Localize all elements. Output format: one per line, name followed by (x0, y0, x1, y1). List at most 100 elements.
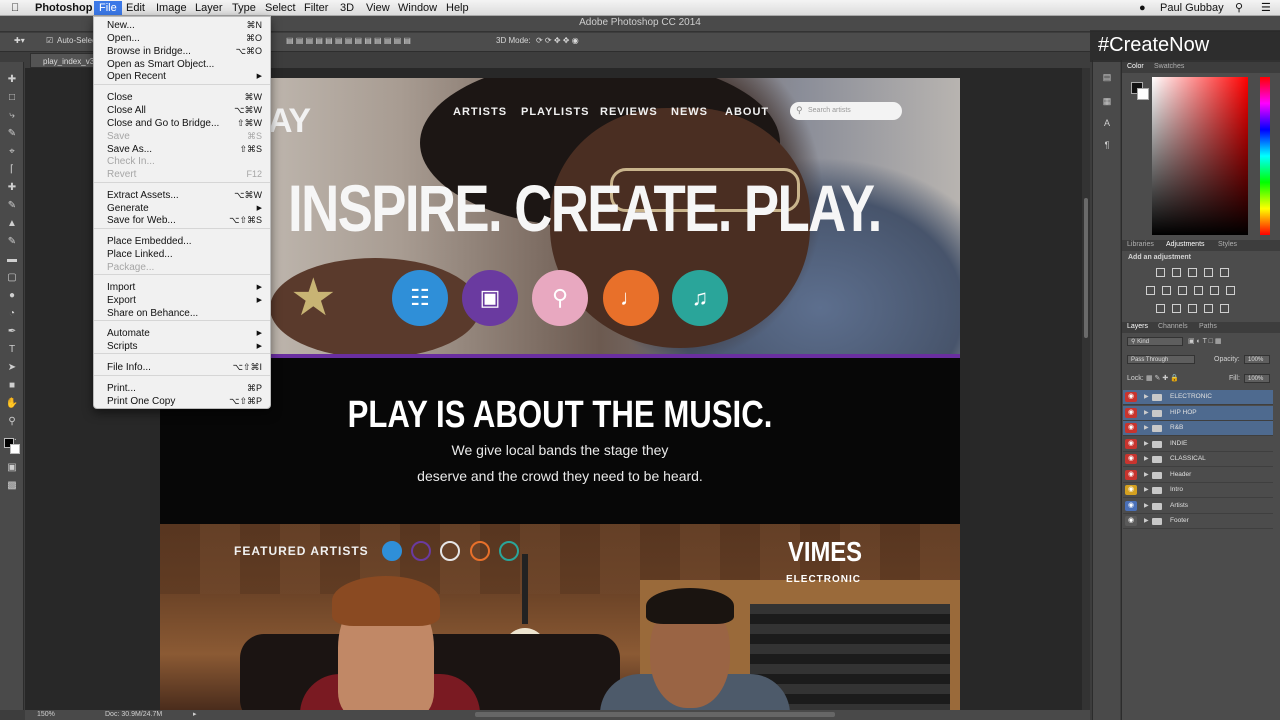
exposure-icon[interactable] (1204, 268, 1213, 277)
zoom-level[interactable]: 150% (37, 711, 55, 718)
carousel-dot-1[interactable] (382, 541, 402, 561)
tab-libraries[interactable]: Libraries (1127, 241, 1154, 248)
creative-cloud-icon[interactable]: ● (1134, 1, 1151, 15)
marquee-tool-icon[interactable]: □ (5, 92, 19, 104)
nav-artists[interactable]: ARTISTS (453, 106, 507, 118)
brightness-icon[interactable] (1156, 268, 1165, 277)
dodge-tool-icon[interactable]: ◔ (5, 308, 19, 320)
file-menu-item-share-on-behance[interactable]: Share on Behance... (94, 307, 270, 320)
brush-tool-icon[interactable]: ✎ (5, 200, 19, 212)
menu-window[interactable]: Window (393, 1, 442, 15)
nav-about[interactable]: ABOUT (725, 106, 769, 118)
file-menu-item-new[interactable]: New... ⌘N (94, 19, 270, 32)
layer-row-classical[interactable]: ◉ ▶ CLASSICAL (1123, 452, 1273, 467)
menu-file[interactable]: File (94, 1, 122, 15)
tab-layers[interactable]: Layers (1127, 323, 1148, 330)
hiphop-boombox-icon[interactable]: ▣ (462, 270, 518, 326)
fill-input[interactable]: 100% (1244, 374, 1270, 383)
layer-row-electronic[interactable]: ◉ ▶ ELECTRONIC (1123, 390, 1273, 405)
layer-visibility-eye-icon[interactable]: ◉ (1125, 469, 1137, 480)
doc-size[interactable]: Doc: 30.9M/24.7M (105, 711, 162, 718)
quick-select-tool-icon[interactable]: ✎ (5, 128, 19, 140)
layer-filter-kind-select[interactable]: ⚲ Kind (1127, 337, 1183, 346)
group-expand-triangle-icon[interactable]: ▶ (1144, 393, 1149, 400)
layer-row-indie[interactable]: ◉ ▶ INDIE (1123, 437, 1273, 452)
file-menu-item-close-all[interactable]: Close All ⌥⌘W (94, 104, 270, 117)
carousel-dot-4[interactable] (470, 541, 490, 561)
file-menu-item-open-recent[interactable]: Open Recent ▶ (94, 70, 270, 83)
layer-row-intro[interactable]: ◉ ▶ Intro (1123, 483, 1273, 498)
clone-stamp-tool-icon[interactable]: ▲ (5, 218, 19, 230)
opacity-input[interactable]: 100% (1244, 355, 1270, 364)
properties-icon[interactable]: ▦ (1101, 96, 1113, 107)
canvas-vertical-scrollbar[interactable] (1082, 68, 1090, 710)
carousel-dot-5[interactable] (499, 541, 519, 561)
paragraph-icon[interactable]: ¶ (1101, 140, 1113, 151)
layer-visibility-eye-icon[interactable]: ◉ (1125, 407, 1137, 418)
layer-row-hip-hop[interactable]: ◉ ▶ HIP HOP (1123, 405, 1273, 421)
type-tool-icon[interactable]: T (5, 344, 19, 356)
file-menu-item-scripts[interactable]: Scripts ▶ (94, 340, 270, 353)
color-picker-field[interactable] (1152, 77, 1248, 235)
layer-visibility-eye-icon[interactable]: ◉ (1125, 516, 1137, 526)
history-icon[interactable]: ▤ (1101, 72, 1113, 83)
status-menu-arrow-icon[interactable]: ▸ (193, 710, 197, 718)
healing-brush-tool-icon[interactable]: ✚ (5, 182, 19, 194)
layer-visibility-eye-icon[interactable]: ◉ (1125, 500, 1137, 511)
layer-row-footer[interactable]: ◉ ▶ Footer (1123, 514, 1273, 529)
group-expand-triangle-icon[interactable]: ▶ (1144, 471, 1149, 478)
menu-layer[interactable]: Layer (190, 1, 228, 15)
layer-visibility-eye-icon[interactable]: ◉ (1125, 454, 1137, 464)
menu-filter[interactable]: Filter (299, 1, 333, 15)
file-menu-item-place-linked[interactable]: Place Linked... (94, 248, 270, 261)
blur-tool-icon[interactable]: ● (5, 290, 19, 302)
file-menu-item-print-one-copy[interactable]: Print One Copy ⌥⇧⌘P (94, 395, 270, 408)
layer-visibility-eye-icon[interactable]: ◉ (1125, 392, 1137, 402)
site-search-input[interactable]: ⚲ Search artists (790, 102, 902, 120)
canvas-horizontal-scrollbar[interactable] (475, 712, 835, 717)
eyedropper-tool-icon[interactable]: ⌈ (5, 164, 19, 176)
apple-icon[interactable]:  (6, 1, 24, 15)
curves-icon[interactable] (1188, 268, 1197, 277)
nav-reviews[interactable]: REVIEWS (600, 106, 658, 118)
file-menu-item-close-and-go-to-bridge[interactable]: Close and Go to Bridge... ⇧⌘W (94, 117, 270, 130)
blend-mode-select[interactable]: Pass Through (1127, 355, 1195, 364)
character-icon[interactable]: A (1101, 118, 1113, 129)
lasso-tool-icon[interactable]: ⤷ (5, 110, 19, 122)
layer-row-header[interactable]: ◉ ▶ Header (1123, 468, 1273, 483)
layer-visibility-eye-icon[interactable]: ◉ (1125, 423, 1137, 433)
layer-row-r-b[interactable]: ◉ ▶ R&B (1123, 421, 1273, 436)
carousel-dot-2[interactable] (411, 541, 431, 561)
tab-adjustments[interactable]: Adjustments (1166, 241, 1205, 248)
eraser-tool-icon[interactable]: ▬ (5, 254, 19, 266)
spotlight-search-icon[interactable]: ⚲ (1230, 1, 1248, 15)
history-brush-tool-icon[interactable]: ✎ (5, 236, 19, 248)
file-menu-item-import[interactable]: Import ▶ (94, 281, 270, 294)
move-tool-icon[interactable]: ✚ (5, 74, 19, 86)
file-menu-item-place-embedded[interactable]: Place Embedded... (94, 235, 270, 248)
group-expand-triangle-icon[interactable]: ▶ (1144, 486, 1149, 493)
layer-filter-icons[interactable]: ▣ ◐ T □ ▦ (1188, 337, 1222, 345)
file-menu-item-close[interactable]: Close ⌘W (94, 91, 270, 104)
pen-tool-icon[interactable]: ✒ (5, 326, 19, 338)
artboard-play-website[interactable]: ★ AY ARTISTS PLAYLISTS REVIEWS NEWS ABOU… (160, 78, 960, 710)
lock-icons[interactable]: ▦ ✎ ✚ 🔒 (1146, 374, 1179, 382)
group-expand-triangle-icon[interactable]: ▶ (1144, 517, 1149, 524)
file-menu-item-print[interactable]: Print... ⌘P (94, 382, 270, 395)
threshold-icon[interactable] (1188, 304, 1197, 313)
path-selection-tool-icon[interactable]: ➤ (5, 362, 19, 374)
3d-mode-icons[interactable]: ⟳ ⟳ ✥ ✥ ◉ (536, 36, 579, 45)
file-menu-item-browse-in-bridge[interactable]: Browse in Bridge... ⌥⌘O (94, 45, 270, 58)
screen-mode-icon[interactable]: ▩ (5, 480, 19, 492)
file-menu-item-open[interactable]: Open... ⌘O (94, 32, 270, 45)
file-menu-item-file-info[interactable]: File Info... ⌥⇧⌘I (94, 361, 270, 374)
user-name[interactable]: Paul Gubbay (1155, 1, 1229, 15)
hue-slider[interactable] (1260, 77, 1270, 235)
group-expand-triangle-icon[interactable]: ▶ (1144, 455, 1149, 462)
menu-image[interactable]: Image (151, 1, 192, 15)
file-menu-item-save-for-web[interactable]: Save for Web... ⌥⇧⌘S (94, 214, 270, 227)
menu-select[interactable]: Select (260, 1, 301, 15)
posterize-icon[interactable] (1172, 304, 1181, 313)
layer-visibility-eye-icon[interactable]: ◉ (1125, 438, 1137, 449)
classical-violin-icon[interactable]: ♫ (672, 270, 728, 326)
